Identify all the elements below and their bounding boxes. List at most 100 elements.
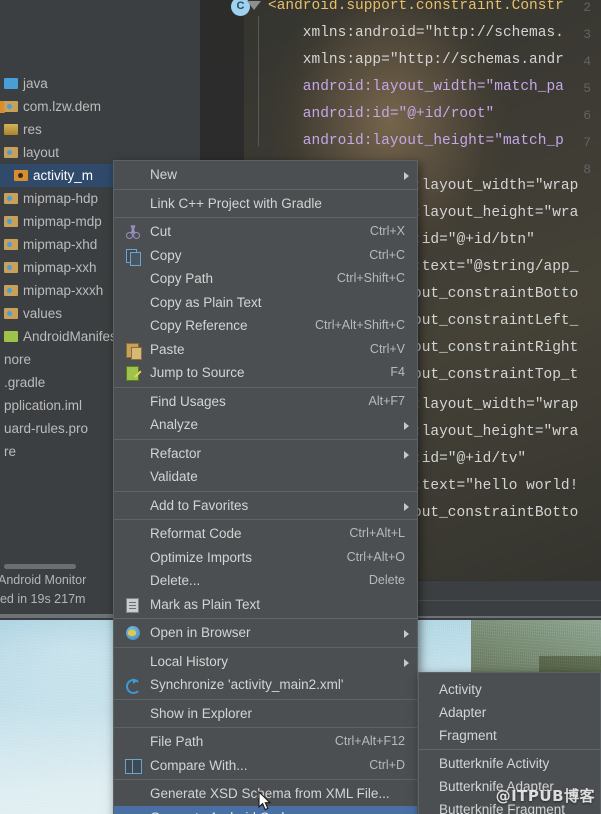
- build-status-text: ished in 19s 217m: [0, 592, 86, 606]
- menu-item-label: Optimize Imports: [150, 549, 253, 565]
- code-fold-icon[interactable]: [247, 1, 261, 10]
- menu-separator: [114, 698, 417, 700]
- menu-item-copy-reference[interactable]: Copy Reference Ctrl+Alt+Shift+C: [114, 314, 417, 338]
- menu-item-mark-as-plain-text[interactable]: Mark as Plain Text: [114, 593, 417, 617]
- chevron-right-icon: [404, 172, 409, 180]
- line-number: 5: [583, 81, 591, 96]
- sidebar-item-com-lzw-dem[interactable]: com.lzw.dem: [0, 95, 186, 118]
- menu-item-compare-with[interactable]: Compare With... Ctrl+D: [114, 754, 417, 778]
- menu-item-open-in-browser[interactable]: Open in Browser: [114, 621, 417, 645]
- sidebar-item-label: nore: [4, 352, 32, 367]
- submenu-item-activity[interactable]: Activity: [419, 678, 600, 701]
- menu-item-shortcut: Alt+F7: [368, 393, 405, 408]
- folder-icon: [4, 193, 18, 204]
- menu-item-reformat-code[interactable]: Reformat Code Ctrl+Alt+L: [114, 522, 417, 546]
- menu-separator: [114, 646, 417, 648]
- line-number: 8: [583, 162, 591, 177]
- menu-item-add-to-favorites[interactable]: Add to Favorites: [114, 494, 417, 518]
- submenu-item-label: Activity: [439, 682, 482, 697]
- menu-item-label: Synchronize 'activity_main2.xml': [150, 677, 344, 692]
- chevron-right-icon: [404, 450, 409, 459]
- folder-icon: [4, 239, 18, 250]
- code-fragment-line: :layout_height="wra: [413, 424, 579, 440]
- sidebar-item-label: .gradle: [4, 375, 46, 390]
- menu-item-copy-as-plain-text[interactable]: Copy as Plain Text: [114, 291, 417, 315]
- code-fragment-line: out_constraintRight: [413, 340, 579, 356]
- menu-item-copy[interactable]: Copy Ctrl+C: [114, 244, 417, 268]
- folder-icon: [4, 308, 18, 319]
- menu-item-validate[interactable]: Validate: [114, 465, 417, 489]
- chevron-right-icon: [404, 422, 409, 430]
- sidebar-item-label: pplication.iml: [4, 398, 83, 413]
- menu-item-file-path[interactable]: File Path Ctrl+Alt+F12: [114, 730, 417, 754]
- sidebar-item-label: mipmap-xhd: [23, 237, 98, 252]
- line-number: 2: [583, 0, 591, 15]
- submenu-item-butterknife-activity[interactable]: Butterknife Activity: [419, 752, 600, 775]
- line-number: 3: [583, 27, 591, 42]
- menu-item-label: Copy Path: [150, 271, 214, 286]
- mouse-cursor-icon: [258, 791, 272, 811]
- code-line-3: xmlns:android="http://schemas.: [268, 25, 564, 41]
- code-line-5: android:layout_width="match_pa: [268, 79, 564, 95]
- code-fragment-line: :text="@string/app_: [413, 259, 579, 275]
- sidebar-item-label: res: [23, 122, 42, 137]
- menu-item-shortcut: Ctrl+V: [369, 341, 405, 356]
- menu-separator: [114, 490, 417, 492]
- sidebar-item-label: java: [23, 76, 48, 91]
- cut-icon: [125, 224, 141, 240]
- menu-item-link-c-project-with-gradle[interactable]: Link C++ Project with Gradle: [114, 192, 417, 216]
- submenu-item-fragment[interactable]: Fragment: [419, 724, 600, 747]
- sidebar-item-label: mipmap-xxh: [23, 260, 97, 275]
- menu-item-label: Cut: [150, 224, 172, 239]
- menu-item-paste[interactable]: Paste Ctrl+V: [114, 338, 417, 362]
- menu-separator: [114, 188, 417, 190]
- sidebar-item-label: AndroidManifes: [23, 329, 117, 344]
- menu-item-label: Reformat Code: [150, 526, 242, 541]
- submenu-item-adapter[interactable]: Adapter: [419, 701, 600, 724]
- menu-item-synchronize-activity-main2-xml[interactable]: Synchronize 'activity_main2.xml': [114, 673, 417, 697]
- menu-item-label: Jump to Source: [150, 365, 245, 380]
- folder-icon: [4, 285, 18, 296]
- menu-item-optimize-imports[interactable]: Optimize Imports Ctrl+Alt+O: [114, 546, 417, 570]
- menu-item-new[interactable]: New: [114, 163, 417, 187]
- plain-text-icon: [125, 597, 141, 613]
- menu-separator: [114, 217, 417, 218]
- menu-item-find-usages[interactable]: Find Usages Alt+F7: [114, 390, 417, 414]
- android-monitor-title[interactable]: Android Monitor: [0, 573, 86, 587]
- menu-item-label: Paste: [150, 341, 185, 357]
- menu-item-cut[interactable]: Cut Ctrl+X: [114, 220, 417, 244]
- menu-item-label: Open in Browser: [150, 625, 251, 640]
- code-fragment-line: out_constraintBotto: [413, 286, 579, 302]
- tool-window-scrollbar[interactable]: [4, 564, 76, 569]
- menu-item-shortcut: Ctrl+D: [369, 757, 405, 772]
- submenu-item-label: Fragment: [439, 728, 497, 743]
- menu-item-shortcut: Ctrl+Alt+O: [346, 549, 405, 564]
- sidebar-item-java[interactable]: java: [0, 72, 186, 95]
- menu-separator: [114, 618, 417, 619]
- code-fragment-line: out_constraintLeft_: [413, 313, 579, 329]
- menu-item-delete[interactable]: Delete... Delete: [114, 569, 417, 593]
- code-fragment-line: out_constraintTop_t: [413, 367, 579, 383]
- menu-item-label: Compare With...: [150, 757, 248, 773]
- menu-item-refactor[interactable]: Refactor: [114, 442, 417, 466]
- sidebar-item-label: activity_m: [33, 168, 94, 183]
- menu-item-label: Validate: [150, 469, 198, 484]
- context-menu[interactable]: New Link C++ Project with Gradle Cut Ctrl+X…: [113, 160, 418, 814]
- menu-item-label: File Path: [150, 734, 204, 749]
- submenu-separator: [419, 749, 600, 750]
- menu-item-shortcut: Ctrl+X: [369, 224, 405, 238]
- menu-item-analyze[interactable]: Analyze: [114, 413, 417, 437]
- menu-item-copy-path[interactable]: Copy Path Ctrl+Shift+C: [114, 267, 417, 291]
- java-folder-icon: [4, 78, 18, 89]
- menu-item-shortcut: Ctrl+Alt+L: [349, 526, 405, 540]
- menu-item-jump-to-source[interactable]: Jump to Source F4: [114, 361, 417, 385]
- code-fragment-line: :layout_width="wrap: [413, 178, 579, 194]
- menu-item-label: Show in Explorer: [150, 705, 253, 721]
- menu-item-show-in-explorer[interactable]: Show in Explorer: [114, 702, 417, 726]
- line-number: 6: [583, 108, 591, 123]
- menu-item-local-history[interactable]: Local History: [114, 650, 417, 674]
- menu-item-label: Add to Favorites: [150, 497, 249, 513]
- menu-item-label: Link C++ Project with Gradle: [150, 195, 322, 211]
- code-fold-line: [258, 16, 259, 146]
- sidebar-item-res[interactable]: res: [0, 118, 186, 141]
